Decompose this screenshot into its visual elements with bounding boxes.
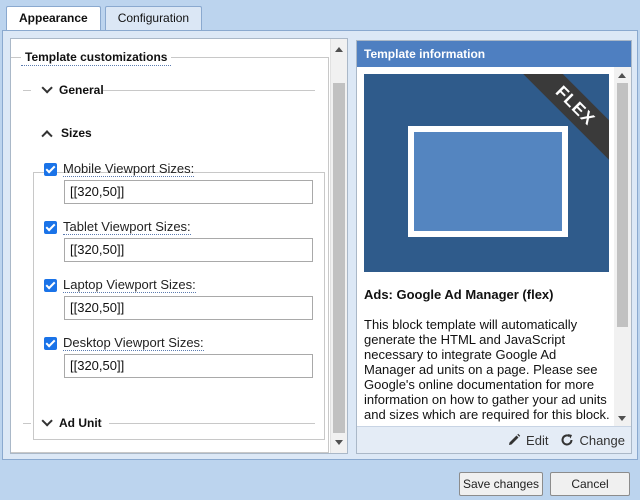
chevron-up-icon: [41, 130, 53, 142]
divider: [23, 423, 31, 424]
section-sizes[interactable]: Sizes: [37, 126, 96, 142]
tablet-sizes-label: Tablet Viewport Sizes:: [63, 219, 191, 235]
left-scrollbar[interactable]: [330, 39, 347, 453]
section-general[interactable]: General: [35, 82, 104, 97]
template-description: This block template will automatically g…: [364, 317, 610, 422]
tablet-sizes-input[interactable]: [[320,50]]: [64, 238, 313, 262]
chevron-down-icon: [41, 82, 53, 94]
customizations-title: Template customizations: [21, 50, 172, 66]
template-title: Ads: Google Ad Manager (flex): [364, 287, 554, 302]
refresh-icon: [561, 434, 573, 446]
right-scrollbar[interactable]: [614, 67, 631, 427]
desktop-sizes-label: Desktop Viewport Sizes:: [63, 335, 204, 351]
laptop-sizes-label: Laptop Viewport Sizes:: [63, 277, 196, 293]
pencil-icon: [509, 433, 521, 445]
mobile-sizes-row: Mobile Viewport Sizes:: [44, 161, 195, 177]
section-general-label: General: [59, 83, 104, 97]
laptop-sizes-checkbox[interactable]: [44, 278, 57, 292]
change-button[interactable]: Change: [560, 433, 625, 448]
change-label: Change: [579, 432, 625, 448]
laptop-sizes-input[interactable]: [[320,50]]: [64, 296, 313, 320]
template-preview-image: FLEX: [364, 74, 609, 272]
cancel-button[interactable]: Cancel: [550, 472, 630, 496]
tab-bar: Appearance Configuration: [6, 6, 206, 31]
tab-configuration[interactable]: Configuration: [104, 6, 203, 30]
template-info-footer: Edit Change: [357, 426, 631, 453]
section-sizes-label: Sizes: [61, 126, 92, 140]
mobile-sizes-input[interactable]: [[320,50]]: [64, 180, 313, 204]
desktop-sizes-row: Desktop Viewport Sizes:: [44, 335, 204, 351]
scroll-up-icon[interactable]: [335, 47, 343, 52]
screen-icon: [408, 126, 568, 237]
section-ad-unit[interactable]: Ad Unit: [35, 415, 102, 430]
divider: [23, 90, 31, 91]
mobile-sizes-checkbox[interactable]: [44, 162, 57, 176]
section-ad-unit-label: Ad Unit: [59, 416, 102, 430]
scrollbar-thumb[interactable]: [333, 83, 345, 433]
chevron-down-icon: [41, 415, 53, 427]
template-info-panel: Template information FLEX Ads: Google Ad…: [356, 40, 632, 454]
template-info-body: FLEX Ads: Google Ad Manager (flex) This …: [357, 67, 615, 427]
scroll-down-icon[interactable]: [335, 440, 343, 445]
scroll-down-icon[interactable]: [618, 416, 626, 421]
tablet-sizes-checkbox[interactable]: [44, 220, 57, 234]
tablet-sizes-row: Tablet Viewport Sizes:: [44, 219, 191, 235]
template-info-header: Template information: [357, 41, 631, 67]
divider: [109, 423, 315, 424]
tab-appearance[interactable]: Appearance: [6, 6, 101, 31]
scroll-up-icon[interactable]: [618, 73, 626, 78]
desktop-sizes-input[interactable]: [[320,50]]: [64, 354, 313, 378]
scrollbar-thumb[interactable]: [617, 83, 628, 327]
desktop-sizes-checkbox[interactable]: [44, 336, 57, 350]
customizations-panel: Template customizations General Sizes Mo…: [10, 38, 348, 454]
divider: [103, 90, 315, 91]
mobile-sizes-label: Mobile Viewport Sizes:: [63, 161, 195, 177]
laptop-sizes-row: Laptop Viewport Sizes:: [44, 277, 196, 293]
edit-button[interactable]: Edit: [507, 433, 548, 448]
save-changes-button[interactable]: Save changes: [459, 472, 543, 496]
edit-label: Edit: [526, 432, 549, 448]
